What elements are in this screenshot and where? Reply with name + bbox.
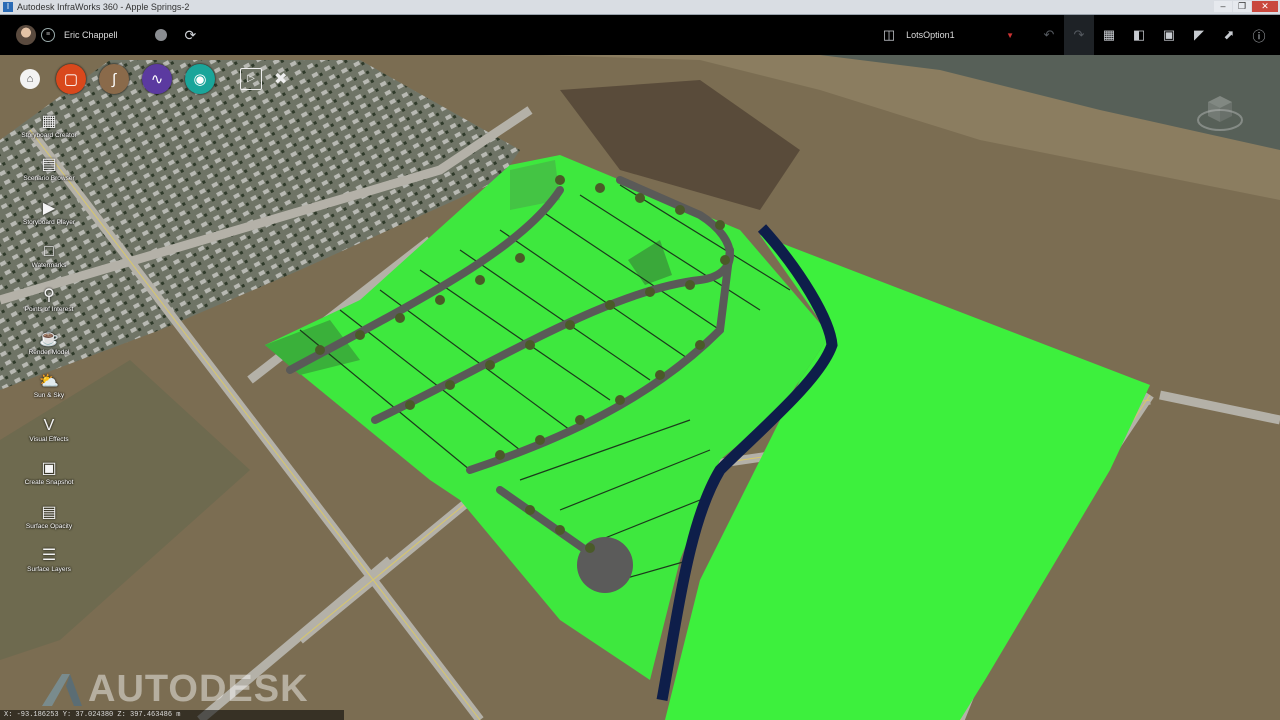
visual-effects-icon: V [43,416,55,434]
presentation-icon[interactable]: ▷ [240,68,262,90]
chevron-down-icon[interactable]: ▼ [1006,31,1014,40]
storyboard-player-button[interactable]: ▶ Storyboard Player [14,199,84,242]
redo-icon[interactable]: ↷ [1064,15,1094,55]
storyboard-player-icon: ▶ [42,199,56,217]
proposal-select[interactable]: LotsOption1 [904,30,1006,40]
watermarks-button[interactable]: □ Watermarks [14,242,84,285]
analyze-icon[interactable]: ∿ [142,64,172,94]
visualize-icon[interactable]: ◉ [185,64,215,94]
visual-effects-button[interactable]: V Visual Effects [14,416,84,459]
sun-sky-button[interactable]: ⛅ Sun & Sky [14,372,84,415]
restore-icon[interactable]: ❐ [1233,1,1251,12]
user-name[interactable]: Eric Chappell [64,30,118,40]
settings-icon[interactable]: ◤ [1184,27,1214,43]
autodesk-watermark: AUTODESK [40,668,309,711]
storyboard-creator-button[interactable]: ▦ Storyboard Creator [14,112,84,155]
fullscreen-icon[interactable]: ▣ [1154,27,1184,43]
design-roads-icon[interactable]: ∫ [99,64,129,94]
title-bar: I Autodesk InfraWorks 360 - Apple Spring… [0,0,1280,15]
top-toolbar: ≡ Eric Chappell ⟳ ◫ LotsOption1 ▼ ↶ ↷ ▦ … [0,15,1280,55]
surface-opacity-button[interactable]: ▤ Surface Opacity [14,503,84,546]
autodesk-logo-icon [42,673,82,706]
avatar[interactable] [16,25,36,45]
window-title: Autodesk InfraWorks 360 - Apple Springs-… [17,2,190,12]
create-snapshot-icon: ▣ [41,460,57,478]
render-model-button[interactable]: ☕ Render Model [14,329,84,372]
viewcube-icon[interactable] [1196,90,1244,134]
table-icon[interactable]: ▦ [1094,27,1124,43]
undo-icon[interactable]: ↶ [1034,27,1064,43]
sync-icon[interactable]: ⟳ [185,27,197,44]
render-model-icon: ☕ [39,329,59,347]
scene-graphic [0,55,1280,720]
scenario-browser-button[interactable]: ▤ Scenario Browser [14,155,84,198]
main-tool-bar: ⌂ ▢ ∫ ∿ ◉ ▷ ✖ [20,62,287,96]
sun-sky-icon: ⛅ [39,373,59,391]
select-icon[interactable]: ⬈ [1214,27,1244,43]
points-of-interest-button[interactable]: ⚲ Points of Interest [14,286,84,329]
surface-layers-icon: ☰ [41,546,57,564]
cul-de-sac [577,537,633,593]
help-icon[interactable]: ⓘ [1244,26,1274,45]
coordinate-readout: X: -93.186253 Y: 37.024380 Z: 397.463486… [0,710,344,720]
status-dot-icon[interactable] [154,29,167,41]
storyboard-creator-icon: ▦ [41,113,57,130]
infraworks-icon: I [3,2,13,12]
surface-opacity-icon: ▤ [41,503,57,521]
visualize-panel: ▦ Storyboard Creator ▤ Scenario Browser … [14,112,84,589]
create-snapshot-button[interactable]: ▣ Create Snapshot [14,459,84,502]
model-viewport[interactable] [0,55,1280,720]
window-controls: – ❐ ✕ [1214,1,1278,12]
scenario-browser-icon: ▤ [41,156,57,174]
points-of-interest-icon: ⚲ [43,286,55,304]
menu-icon[interactable]: ≡ [41,28,55,42]
panel-icon[interactable]: ◧ [1124,27,1154,43]
proposal-icon[interactable]: ◫ [874,27,904,43]
tools-icon[interactable]: ✖ [274,69,287,89]
close-icon[interactable]: ✕ [1252,1,1278,12]
toolbar-right: ◫ LotsOption1 ▼ ↶ ↷ ▦ ◧ ▣ ◤ ⬈ ⓘ [874,15,1280,55]
build-layout-icon[interactable]: ▢ [56,64,86,94]
minimize-icon[interactable]: – [1214,1,1232,12]
surface-layers-button[interactable]: ☰ Surface Layers [14,546,84,589]
home-icon[interactable]: ⌂ [20,69,40,89]
watermark-text: AUTODESK [88,668,309,710]
watermarks-icon: □ [44,243,54,261]
